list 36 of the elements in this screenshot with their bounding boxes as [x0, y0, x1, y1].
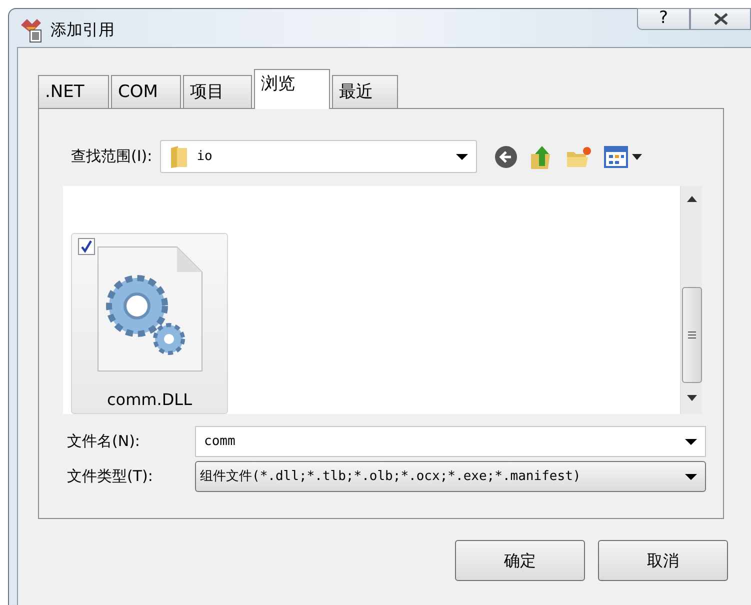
file-name-value: comm: [204, 432, 236, 451]
tab[interactable]: COM: [111, 75, 181, 108]
view-menu-icon[interactable]: [604, 146, 644, 168]
tab[interactable]: 项目: [183, 75, 252, 108]
caret-icon: [685, 438, 697, 444]
file-name-label: 文件名(N):: [67, 431, 141, 452]
dialog-button[interactable]: 取消: [598, 540, 728, 581]
tab[interactable]: .NET: [38, 75, 109, 108]
scroll-thumb[interactable]: [682, 287, 702, 383]
file-item[interactable]: comm.DLL: [71, 233, 228, 414]
tab[interactable]: 最近: [332, 75, 398, 108]
file-name: comm.DLL: [107, 389, 192, 411]
gear-file-icon: [96, 246, 202, 372]
window-title: 添加引用: [50, 19, 114, 41]
file-type-label: 文件类型(T):: [67, 466, 154, 488]
checkbox[interactable]: [78, 238, 95, 255]
file-type-value: 组件文件(*.dll;*.tlb;*.olb;*.ocx;*.exe;*.manifest): [200, 468, 581, 486]
close-button[interactable]: [690, 8, 751, 30]
file-name-field[interactable]: comm: [195, 426, 706, 457]
help-button[interactable]: ?: [637, 8, 690, 30]
file-type-dropdown[interactable]: 组件文件(*.dll;*.tlb;*.olb;*.ocx;*.exe;*.manifest): [195, 461, 706, 492]
caret-icon: [456, 154, 468, 160]
tab[interactable]: 浏览: [254, 69, 330, 109]
look-in-value: io: [196, 148, 212, 166]
scrollbar[interactable]: [680, 186, 702, 414]
caret-icon: [685, 474, 697, 480]
look-in-label: 查找范围(I):: [71, 146, 152, 168]
close-icon: [712, 13, 728, 25]
back-icon[interactable]: [494, 144, 518, 168]
dialog-button[interactable]: 确定: [455, 540, 585, 581]
look-in-dropdown[interactable]: io: [160, 140, 478, 173]
new-folder-icon[interactable]: [566, 146, 592, 168]
scroll-up-icon[interactable]: [686, 196, 696, 202]
app-icon: [19, 17, 43, 43]
scroll-down-icon[interactable]: [686, 395, 696, 401]
folder-icon: [169, 144, 190, 168]
